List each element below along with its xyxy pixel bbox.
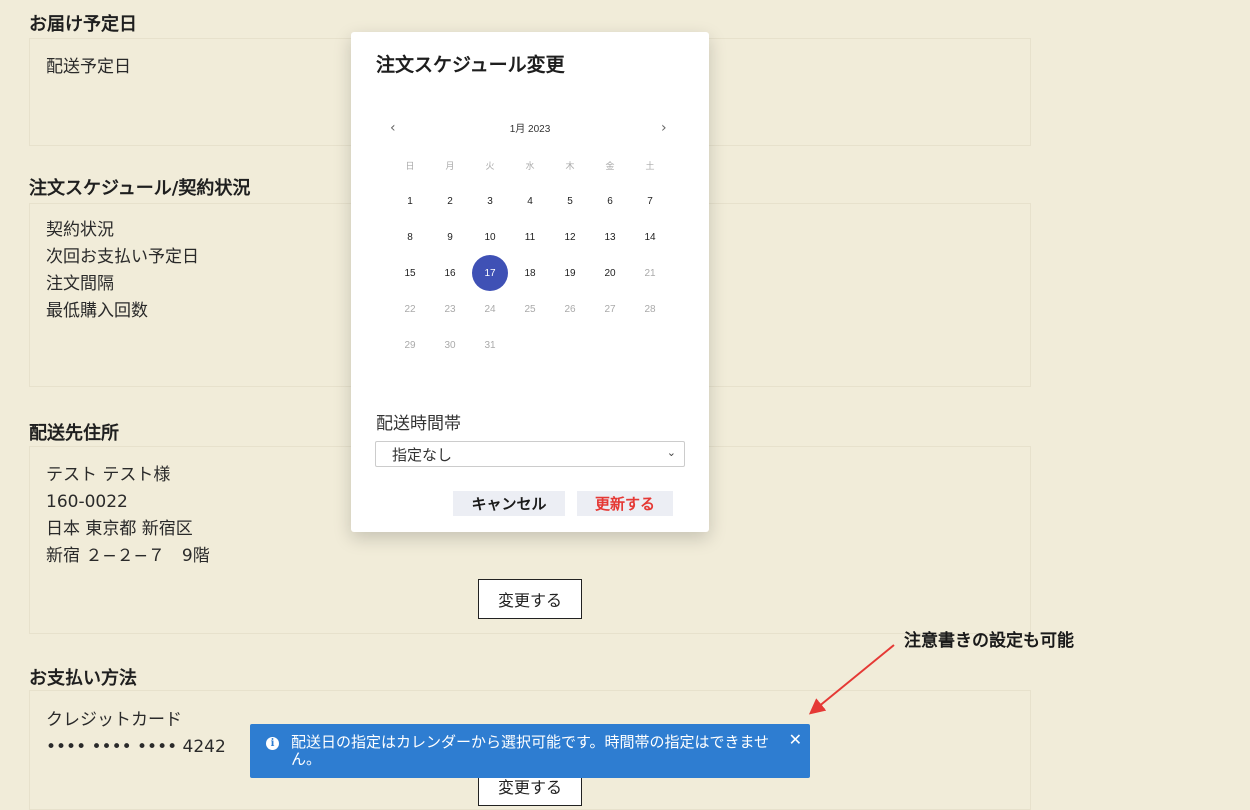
annotation-text: 注意書きの設定も可能 [904,631,1074,651]
calendar-day: 31 [484,339,496,351]
annotation-arrow-icon [808,644,895,715]
weekday-label: 土 [645,160,655,171]
calendar-week-row: 22 23 24 25 26 27 28 [390,291,670,327]
minimum-purchases-label: 最低購入回数 [46,301,148,321]
delivery-date-lines: 配送予定日 [46,54,131,81]
section-title-address: 配送先住所 [29,423,119,444]
close-icon[interactable]: ✕ [789,730,802,749]
payment-lines: クレジットカード •••• •••• •••• 4242 [46,707,226,761]
chevron-down-icon: ⌄ [666,446,676,459]
address-street: 新宿 ２−２−７ 9階 [46,546,210,566]
address-postal-code: 160-0022 [46,492,128,512]
calendar-day-selected[interactable]: 17 [470,255,510,291]
calendar-day[interactable]: 15 [390,255,430,291]
calendar-grid: 日月火水木金土 1 2 3 4 5 6 7 8 9 10 11 12 13 14 15 16 17 18 19 20 21… [390,147,670,363]
calendar-day[interactable]: 20 [590,255,630,291]
info-icon: i [266,737,279,750]
next-month-icon[interactable]: › [661,120,667,136]
address-name: テスト テスト様 [46,465,171,485]
address-prefecture-city: 日本 東京都 新宿区 [46,519,193,539]
calendar-empty-cell [510,327,550,363]
calendar-day: 29 [404,339,416,351]
calendar-day: 23 [444,303,456,315]
calendar-day[interactable]: 10 [470,219,510,255]
calendar-week-row: 15 16 17 18 19 20 21 [390,255,670,291]
weekday-label: 日 [405,160,415,171]
schedule-change-modal: 注文スケジュール変更 ‹ 1月 2023 › 日月火水木金土1234567891… [351,32,709,532]
calendar-day[interactable]: 12 [550,219,590,255]
weekday-label: 火 [485,160,495,171]
calendar-day[interactable]: 16 [430,255,470,291]
calendar-empty-cell [630,327,670,363]
next-payment-date-label: 次回お支払い予定日 [46,247,199,267]
delivery-time-label: 配送時間帯 [376,414,461,434]
calendar-day[interactable]: 4 [510,183,550,219]
weekday-header-row: 日月火水木金土 [390,147,670,183]
delivery-time-value: 指定なし [392,445,453,464]
calendar-day[interactable]: 5 [550,183,590,219]
order-interval-label: 注文間隔 [46,274,114,294]
calendar-day[interactable]: 18 [510,255,550,291]
calendar-day[interactable]: 13 [590,219,630,255]
calendar-day: 26 [564,303,576,315]
calendar-day[interactable]: 14 [630,219,670,255]
weekday-label: 木 [565,160,575,171]
calendar-empty-cell [550,327,590,363]
toast-message: 配送日の指定はカレンダーから選択可能です。時間帯の指定はできません。 [291,733,770,768]
weekday-label: 月 [445,160,455,171]
calendar-day: 24 [484,303,496,315]
section-title-payment: お支払い方法 [29,668,137,689]
calendar-day: 25 [524,303,536,315]
weekday-label: 水 [525,160,535,171]
calendar-empty-cell [590,327,630,363]
payment-method: クレジットカード [46,710,182,730]
calendar-day[interactable]: 6 [590,183,630,219]
calendar-day[interactable]: 19 [550,255,590,291]
weekday-label: 金 [605,160,615,171]
delivery-date-label: 配送予定日 [46,57,131,77]
calendar-day[interactable]: 3 [470,183,510,219]
calendar-day: 27 [604,303,616,315]
change-address-button[interactable]: 変更する [478,579,582,619]
calendar-day[interactable]: 11 [510,219,550,255]
calendar-week-row: 8 9 10 11 12 13 14 [390,219,670,255]
update-button[interactable]: 更新する [577,491,673,516]
calendar-month-label: 1月 2023 [509,124,551,135]
address-lines: テスト テスト様 160-0022 日本 東京都 新宿区 新宿 ２−２−７ 9階 [46,462,210,570]
calendar-day[interactable]: 8 [390,219,430,255]
modal-title: 注文スケジュール変更 [376,54,565,76]
calendar-day[interactable]: 1 [390,183,430,219]
calendar-day: 28 [644,303,656,315]
section-title-delivery-date: お届け予定日 [29,14,137,35]
delivery-time-select[interactable]: 指定なし ⌄ [375,441,685,467]
calendar-day: 22 [404,303,416,315]
calendar-day[interactable]: 9 [430,219,470,255]
calendar-week-row: 1234567 [390,183,670,219]
cancel-button[interactable]: キャンセル [453,491,565,516]
section-title-schedule: 注文スケジュール/契約状況 [29,178,251,199]
calendar-day[interactable]: 2 [430,183,470,219]
contract-status-label: 契約状況 [46,220,114,240]
calendar-week-row: 29 30 31 [390,327,670,363]
calendar-day: 30 [444,339,456,351]
calendar-day[interactable]: 7 [630,183,670,219]
info-toast: i 配送日の指定はカレンダーから選択可能です。時間帯の指定はできません。 ✕ [250,724,810,778]
card-number-masked: •••• •••• •••• 4242 [46,737,226,757]
calendar-day: 21 [644,267,656,279]
schedule-lines: 契約状況 次回お支払い予定日 注文間隔 最低購入回数 [46,217,199,325]
